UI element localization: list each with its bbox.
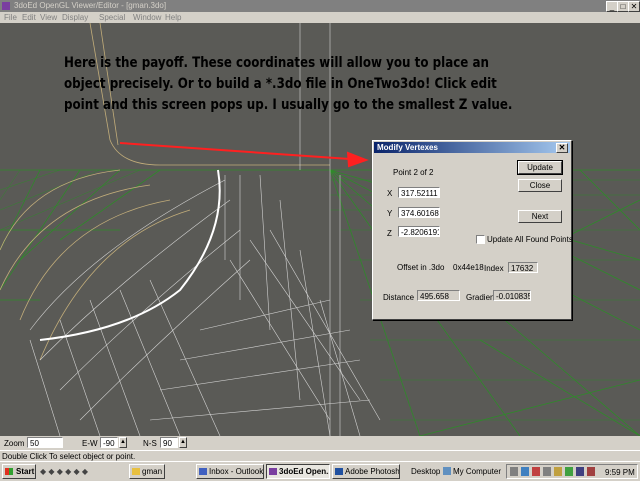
- tray-icon-1[interactable]: [510, 467, 518, 476]
- menu-file[interactable]: File: [4, 13, 17, 22]
- offset-label: Offset in .3do: [397, 263, 445, 272]
- close-window-button[interactable]: ✕: [628, 1, 640, 12]
- ns-spinner[interactable]: ▲: [179, 437, 187, 448]
- menu-special[interactable]: Special: [99, 13, 125, 22]
- app-title-bar: 3doEd OpenGL Viewer/Editor - [gman.3do] …: [0, 0, 640, 12]
- offset-value: 0x44e18: [453, 263, 484, 272]
- menu-help[interactable]: Help: [165, 13, 181, 22]
- app-icon: [2, 2, 10, 10]
- dialog-close-icon[interactable]: ✕: [556, 143, 568, 153]
- status-text: Double Click To select object or point.: [2, 452, 136, 461]
- caption-line-1: Here is the payoff. These coordinates wi…: [64, 55, 490, 71]
- z-field[interactable]: -2.8206191: [398, 226, 440, 237]
- tray-icon-8[interactable]: [587, 467, 595, 476]
- update-all-checkbox[interactable]: [476, 235, 485, 244]
- zoom-field[interactable]: 50: [27, 437, 63, 448]
- menu-display[interactable]: Display: [62, 13, 88, 22]
- quick-launch-icons[interactable]: ◆ ◆ ◆ ◆ ◆ ◆: [40, 467, 88, 476]
- my-computer-link[interactable]: My Computer: [443, 467, 501, 476]
- computer-icon: [443, 467, 451, 475]
- distance-field: 495.658: [417, 290, 460, 301]
- photoshop-icon: [335, 468, 343, 475]
- menu-view[interactable]: View: [40, 13, 57, 22]
- 3doed-icon: [269, 468, 277, 475]
- tray-icon-5[interactable]: [554, 467, 562, 476]
- ew-spinner[interactable]: ▲: [119, 437, 127, 448]
- start-button[interactable]: Start: [2, 464, 36, 479]
- desktop-toolbar[interactable]: Desktop: [411, 467, 440, 476]
- menu-edit[interactable]: Edit: [22, 13, 36, 22]
- task-3doed[interactable]: 3doEd Open...: [266, 464, 330, 479]
- view-controls-bar: Zoom 50 E-W -90 ▲ N-S 90 ▲: [0, 436, 640, 450]
- update-all-label: Update All Found Points: [487, 235, 573, 244]
- ew-label: E-W: [82, 439, 98, 448]
- gradient-field: -0.0108353: [493, 290, 531, 301]
- y-field[interactable]: 374.60168: [398, 207, 440, 218]
- next-button[interactable]: Next: [518, 210, 562, 223]
- ew-field[interactable]: -90: [100, 437, 118, 448]
- clock[interactable]: 9:59 PM: [605, 468, 635, 477]
- tutorial-caption: Here is the payoff. These coordinates wi…: [64, 53, 523, 116]
- tray-icon-2[interactable]: [521, 467, 529, 476]
- task-outlook[interactable]: Inbox - Outlook...: [196, 464, 264, 479]
- caption-line-2: object precisely. Or to build a *.3do fi…: [64, 76, 497, 92]
- dialog-title-bar[interactable]: Modify Vertexes ✕: [374, 142, 570, 153]
- modify-vertexes-dialog: Modify Vertexes ✕ Point 2 of 2 X 317.521…: [372, 140, 573, 320]
- caption-line-3: point and this screen pops up. I usually…: [64, 97, 513, 113]
- update-button[interactable]: Update: [517, 160, 563, 175]
- index-label: Index: [484, 264, 504, 273]
- dialog-title: Modify Vertexes: [377, 143, 438, 152]
- close-button[interactable]: Close: [518, 179, 562, 192]
- ns-label: N-S: [143, 439, 157, 448]
- speaker-icon[interactable]: [576, 467, 584, 476]
- task-gman[interactable]: gman: [129, 464, 165, 479]
- menu-bar: File Edit View Display Special Window He…: [0, 12, 640, 23]
- point-label: Point 2 of 2: [393, 168, 434, 177]
- tray-icon-3[interactable]: [532, 467, 540, 476]
- ns-field[interactable]: 90: [160, 437, 178, 448]
- menu-window[interactable]: Window: [133, 13, 161, 22]
- task-photoshop[interactable]: Adobe Photosh...: [332, 464, 400, 479]
- y-label: Y: [387, 209, 393, 218]
- windows-logo-icon: [5, 468, 13, 475]
- inbox-icon: [199, 468, 207, 475]
- zoom-label: Zoom: [4, 439, 25, 448]
- taskbar: Start ◆ ◆ ◆ ◆ ◆ ◆ gman Inbox - Outlook..…: [0, 461, 640, 481]
- z-label: Z: [387, 229, 392, 238]
- x-label: X: [387, 189, 393, 198]
- tray-icon-4[interactable]: [543, 467, 551, 476]
- tray-icon-6[interactable]: [565, 467, 573, 476]
- index-field: 17632: [508, 262, 538, 273]
- system-tray: 9:59 PM: [506, 464, 638, 479]
- distance-label: Distance: [383, 293, 415, 302]
- app-title: 3doEd OpenGL Viewer/Editor - [gman.3do]: [14, 1, 167, 10]
- folder-icon: [132, 468, 140, 475]
- x-field[interactable]: 317.52111: [398, 187, 440, 198]
